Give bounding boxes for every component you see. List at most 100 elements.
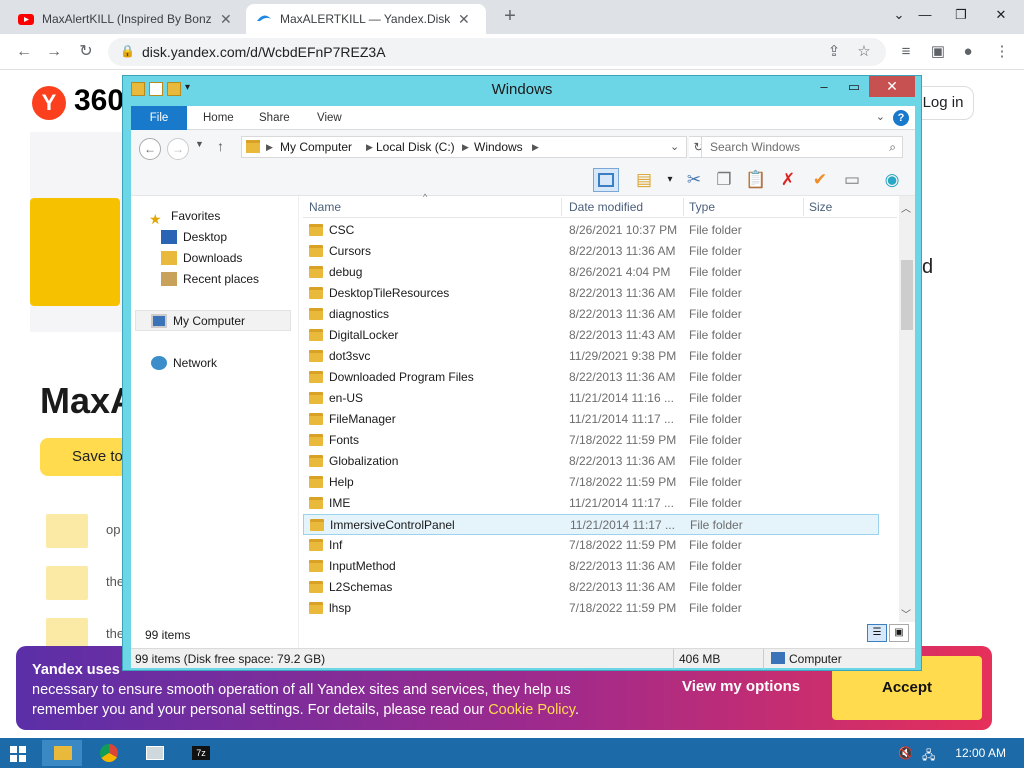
menu-icon[interactable]: ⋮	[992, 42, 1012, 62]
column-separator[interactable]	[803, 198, 804, 216]
file-explorer-taskbar-icon[interactable]	[42, 740, 82, 766]
address-breadcrumb[interactable]: ▶ My Computer ▶ Local Disk (C:) ▶ Window…	[241, 136, 687, 158]
forward-icon[interactable]: →	[167, 138, 189, 160]
scroll-down-icon[interactable]: ﹀	[901, 606, 911, 621]
reload-icon[interactable]: ↻	[74, 40, 98, 64]
7zip-taskbar-icon[interactable]: 7z	[180, 740, 220, 766]
back-icon[interactable]: ←	[139, 138, 161, 160]
column-separator[interactable]	[683, 198, 684, 216]
column-name[interactable]: Name	[309, 200, 341, 214]
maximize-button[interactable]: ▭	[839, 76, 869, 98]
side-panel-icon[interactable]: ▣	[928, 42, 948, 62]
breadcrumb-windows[interactable]: Windows	[474, 137, 523, 157]
large-icons-view-icon[interactable]: ▣	[889, 624, 909, 642]
file-row[interactable]: Downloaded Program Files 8/22/2013 11:36 …	[303, 367, 879, 388]
column-separator[interactable]	[561, 198, 562, 216]
expand-ribbon-icon[interactable]: ⌄	[876, 110, 885, 123]
tab-file[interactable]: File	[131, 106, 187, 130]
nav-favorites[interactable]: ★ Favorites	[149, 206, 220, 227]
nav-desktop[interactable]: Desktop	[161, 227, 227, 247]
reading-list-icon[interactable]: ≡	[896, 42, 916, 62]
bookmark-star-icon[interactable]: ☆	[854, 42, 874, 62]
nav-downloads[interactable]: Downloads	[161, 248, 242, 268]
back-icon[interactable]: ←	[12, 40, 36, 64]
breadcrumb-local-disk[interactable]: Local Disk (C:)	[376, 137, 455, 157]
file-row[interactable]: Globalization 8/22/2013 11:36 AM File fold…	[303, 451, 879, 472]
remote-desktop-taskbar-icon[interactable]	[134, 740, 174, 766]
minimize-window-button[interactable]: —	[906, 0, 944, 30]
rename-icon[interactable]: ▭	[839, 168, 865, 192]
column-type[interactable]: Type	[689, 200, 715, 214]
yandex-logo[interactable]: Y	[32, 86, 66, 120]
view-my-options-button[interactable]: View my options	[682, 678, 800, 695]
file-row[interactable]: Help 7/18/2022 11:59 PM File folder	[303, 472, 879, 493]
recent-locations-icon[interactable]: ▼	[195, 139, 204, 149]
cut-icon[interactable]: ✂	[681, 168, 707, 192]
close-button[interactable]: ✕	[869, 76, 915, 97]
file-row[interactable]: FileManager 11/21/2014 11:17 ... File fold…	[303, 409, 879, 430]
file-row[interactable]: Cursors 8/22/2013 11:36 AM File folder	[303, 241, 879, 262]
file-row[interactable]: dot3svc 11/29/2021 9:38 PM File folder	[303, 346, 879, 367]
chrome-taskbar-icon[interactable]	[88, 740, 128, 766]
file-row[interactable]: Fonts 7/18/2022 11:59 PM File folder	[303, 430, 879, 451]
volume-muted-icon[interactable]: 🔇	[898, 746, 913, 760]
file-row[interactable]: ImmersiveControlPanel 11/21/2014 11:17 ..…	[303, 514, 879, 535]
file-row[interactable]: InputMethod 8/22/2013 11:36 AM File folder	[303, 556, 879, 577]
up-icon[interactable]: ↑	[217, 138, 224, 154]
nav-my-computer[interactable]: My Computer	[151, 311, 245, 331]
copy-icon[interactable]: ❐	[711, 168, 737, 192]
forward-icon[interactable]: →	[42, 40, 66, 64]
browser-tab-youtube[interactable]: MaxAlertKILL (Inspired By BonziK ✕	[8, 4, 242, 34]
tab-view[interactable]: View	[303, 106, 356, 130]
file-row[interactable]: DigitalLocker 8/22/2013 11:43 AM File fold…	[303, 325, 879, 346]
search-input[interactable]: Search Windows ⌕	[701, 136, 903, 158]
share-icon[interactable]: ⇪	[824, 42, 844, 62]
file-row[interactable]: L2Schemas 8/22/2013 11:36 AM File folder	[303, 577, 879, 598]
delete-icon[interactable]: ✗	[775, 168, 801, 192]
globe-icon[interactable]: ◉	[879, 168, 905, 192]
file-row[interactable]: DesktopTileResources 8/22/2013 11:36 AM Fi…	[303, 283, 879, 304]
details-view-icon[interactable]: ☰	[867, 624, 887, 642]
new-tab-button[interactable]: +	[498, 5, 522, 29]
minimize-button[interactable]: –	[809, 76, 839, 98]
breadcrumb-my-computer[interactable]: My Computer	[280, 137, 352, 157]
folder-icon[interactable]	[46, 566, 88, 600]
network-icon[interactable]: 🖧	[922, 746, 935, 767]
browser-tab-yandex-disk[interactable]: MaxALERTKILL — Yandex.Disk ✕	[246, 4, 486, 34]
column-date-modified[interactable]: Date modified	[569, 200, 643, 214]
file-row[interactable]: CSC 8/26/2021 10:37 PM File folder	[303, 220, 879, 241]
address-bar[interactable]: 🔒 disk.yandex.com/d/WcbdEFnP7REZ3A ⇪ ☆	[108, 38, 886, 66]
scroll-up-icon[interactable]: ︿	[901, 200, 911, 215]
file-name: Fonts	[329, 433, 360, 447]
open-folder-icon[interactable]: ▤	[631, 168, 657, 192]
nav-recent-places[interactable]: Recent places	[161, 269, 259, 289]
file-row[interactable]: diagnostics 8/22/2013 11:36 AM File folder	[303, 304, 879, 325]
tab-share[interactable]: Share	[245, 106, 304, 130]
cookie-policy-link[interactable]: Cookie Policy	[488, 702, 575, 718]
taskbar-clock[interactable]: 12:00 AM	[955, 746, 1006, 760]
folder-icon[interactable]	[46, 514, 88, 548]
file-row[interactable]: debug 8/26/2021 4:04 PM File folder	[303, 262, 879, 283]
restore-window-button[interactable]: ❐	[942, 0, 980, 30]
list-item[interactable]: op	[106, 522, 120, 537]
help-icon[interactable]: ?	[893, 110, 909, 126]
save-to-disk-button[interactable]: Save to	[40, 438, 132, 476]
tab-home[interactable]: Home	[189, 106, 248, 130]
close-tab-icon[interactable]: ✕	[220, 11, 232, 28]
file-row[interactable]: en-US 11/21/2014 11:16 ... File folder	[303, 388, 879, 409]
profile-icon[interactable]: ●	[958, 42, 978, 62]
checkmark-icon[interactable]: ✔	[807, 168, 833, 192]
windows-start-icon[interactable]	[10, 746, 26, 762]
nav-network[interactable]: Network	[151, 353, 217, 373]
preview-pane-icon[interactable]	[593, 168, 619, 192]
file-row[interactable]: lhsp 7/18/2022 11:59 PM File folder	[303, 598, 879, 619]
paste-icon[interactable]: 📋	[743, 168, 769, 192]
dropdown-icon[interactable]: ▾	[657, 168, 683, 192]
close-tab-icon[interactable]: ✕	[458, 11, 470, 28]
address-dropdown-icon[interactable]: ⌄	[670, 137, 679, 157]
close-window-button[interactable]: ✕	[982, 0, 1020, 30]
file-row[interactable]: IME 11/21/2014 11:17 ... File folder	[303, 493, 879, 514]
file-row[interactable]: Inf 7/18/2022 11:59 PM File folder	[303, 535, 879, 556]
scrollbar-thumb[interactable]	[901, 260, 913, 330]
column-size[interactable]: Size	[809, 200, 832, 214]
